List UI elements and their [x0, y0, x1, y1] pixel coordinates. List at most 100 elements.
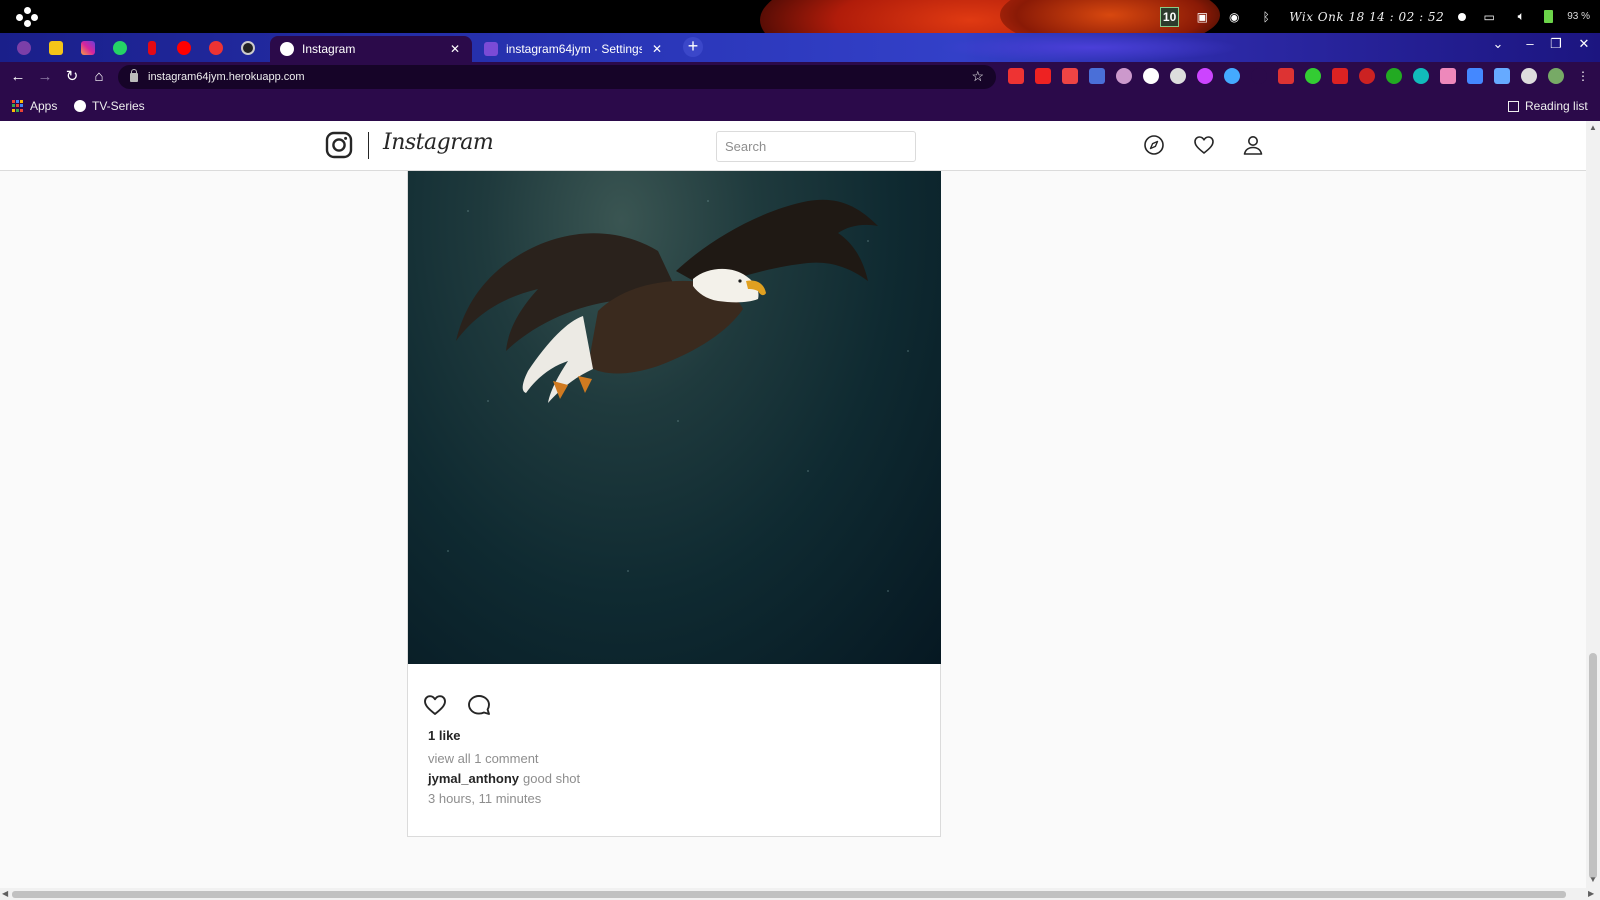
clock[interactable]: Wix Onk 18 14 : 02 : 52 — [1289, 10, 1444, 24]
tab-title: instagram64jym · Settings | — [506, 42, 642, 56]
restore-button[interactable]: ❐ — [1546, 36, 1566, 52]
extension-icon[interactable] — [1224, 68, 1240, 84]
scroll-right-arrow-icon[interactable]: ▶ — [1588, 889, 1594, 898]
os-menu-icon[interactable] — [16, 7, 38, 27]
pinned-tab-netflix[interactable] — [142, 38, 162, 58]
puzzle-icon[interactable] — [1521, 68, 1537, 84]
extension-icon[interactable] — [1386, 68, 1402, 84]
tab-search-icon[interactable]: ⌄ — [1488, 36, 1508, 52]
horizontal-scroll-thumb[interactable] — [12, 891, 1566, 898]
instagram-wordmark[interactable]: Instagram — [383, 130, 494, 155]
minimize-button[interactable]: – — [1520, 36, 1540, 51]
extension-icon[interactable] — [1170, 68, 1186, 84]
tab-instagram[interactable]: Instagram ✕ — [270, 36, 472, 62]
theme-graphic — [940, 33, 1240, 62]
close-tab-icon[interactable]: ✕ — [650, 42, 664, 56]
pinned-tab-whatsapp[interactable] — [110, 38, 130, 58]
profile-avatar[interactable] — [1548, 68, 1564, 84]
extension-icon[interactable] — [1251, 68, 1267, 84]
instagram-logo-icon[interactable] — [325, 131, 353, 159]
back-button[interactable]: ← — [8, 67, 28, 87]
extension-icon[interactable] — [1494, 68, 1510, 84]
scroll-down-arrow-icon[interactable]: ▼ — [1589, 875, 1597, 884]
post-card: 1 like view all 1 comment jymal_anthony g… — [407, 171, 941, 837]
extension-icon[interactable] — [1440, 68, 1456, 84]
bookmark-star-icon[interactable]: ☆ — [971, 68, 984, 85]
pinned-tab-e[interactable] — [206, 38, 226, 58]
extension-icon[interactable] — [1143, 68, 1159, 84]
bookmark-tv-series[interactable]: TV-Series — [74, 99, 145, 113]
menu-kebab-icon[interactable]: ⋮ — [1575, 68, 1591, 84]
lock-icon[interactable] — [130, 68, 138, 82]
extension-icon[interactable] — [1008, 68, 1024, 84]
volume-icon[interactable]: 🔈︎ — [1512, 9, 1530, 25]
profile-icon[interactable] — [1241, 133, 1265, 157]
close-window-button[interactable]: ✕ — [1574, 36, 1594, 52]
extension-icon[interactable] — [1332, 68, 1348, 84]
extension-icon[interactable] — [1062, 68, 1078, 84]
comment-username[interactable]: jymal_anthony — [428, 771, 519, 786]
bookmark-label: TV-Series — [92, 99, 145, 113]
extension-icon[interactable] — [1197, 68, 1213, 84]
forward-button[interactable]: → — [35, 67, 55, 87]
network-icon[interactable]: ◉ — [1225, 9, 1243, 25]
extension-icon[interactable] — [1089, 68, 1105, 84]
reload-button[interactable]: ↻ — [62, 67, 82, 87]
eagle-illustration — [447, 199, 909, 592]
scroll-up-arrow-icon[interactable]: ▲ — [1589, 123, 1597, 132]
browser-tab-strip: Instagram ✕ instagram64jym · Settings | … — [0, 33, 1600, 62]
heart-icon[interactable] — [1192, 133, 1216, 157]
url-text[interactable]: instagram64jym.herokuapp.com — [148, 71, 305, 83]
comment: jymal_anthony good shot — [428, 771, 580, 786]
address-bar[interactable]: instagram64jym.herokuapp.com ☆ — [118, 65, 996, 89]
like-count: 1 like — [428, 728, 461, 743]
reading-list-button[interactable]: Reading list — [1508, 99, 1588, 113]
extensions-bar: ⋮ — [1008, 68, 1591, 84]
post-actions — [422, 692, 492, 718]
bookmark-apps[interactable]: Apps — [12, 99, 57, 113]
new-tab-button[interactable]: + — [683, 37, 703, 57]
view-comments-link[interactable]: view all 1 comment — [428, 751, 539, 766]
comment-bubble-icon[interactable] — [466, 692, 492, 718]
extension-icon[interactable] — [1116, 68, 1132, 84]
os-top-panel: 10 ▣ ◉ ᛒ Wix Onk 18 14 : 02 : 52 ▭ 🔈︎ 93… — [0, 0, 1600, 33]
tab-title: Instagram — [302, 42, 356, 56]
calendar-badge[interactable]: 10 — [1159, 6, 1180, 27]
download-icon[interactable] — [1467, 68, 1483, 84]
close-tab-icon[interactable]: ✕ — [448, 42, 462, 56]
post-image[interactable] — [408, 171, 941, 664]
browser-toolbar: ← → ↻ ⌂ instagram64jym.herokuapp.com ☆ ⋮ — [0, 62, 1600, 92]
search-input[interactable] — [716, 131, 916, 162]
scroll-left-arrow-icon[interactable]: ◀ — [2, 889, 8, 898]
logo-divider — [368, 132, 369, 159]
pinned-tab-imdb[interactable] — [46, 38, 66, 58]
vertical-scroll-thumb[interactable] — [1589, 653, 1597, 879]
comment-text: good shot — [523, 771, 581, 786]
globe-icon — [74, 100, 86, 112]
grammarly-icon[interactable] — [1413, 68, 1429, 84]
home-button[interactable]: ⌂ — [89, 67, 109, 87]
extension-icon[interactable] — [1305, 68, 1321, 84]
window-manager-icon[interactable]: ▣ — [1193, 9, 1211, 25]
tab-settings[interactable]: instagram64jym · Settings | ✕ — [474, 36, 674, 62]
notification-dot-icon[interactable] — [1458, 12, 1467, 21]
bluetooth-icon[interactable]: ᛒ — [1257, 9, 1275, 25]
post-timestamp: 3 hours, 11 minutes — [428, 791, 542, 806]
bookmarks-bar: Apps TV-Series Reading list — [0, 92, 1600, 121]
adblock-icon[interactable] — [1278, 68, 1294, 84]
web-page: Instagram Search 1 like view all 1 comme… — [0, 121, 1586, 888]
instagram-navbar: Instagram — [0, 121, 1586, 171]
horizontal-scrollbar[interactable]: ◀ ▶ — [0, 888, 1600, 900]
pinned-tab-youtube[interactable] — [174, 38, 194, 58]
battery-icon[interactable] — [1544, 10, 1554, 23]
like-heart-icon[interactable] — [422, 692, 448, 718]
pinned-tab-tor[interactable] — [14, 38, 34, 58]
explore-compass-icon[interactable] — [1142, 133, 1166, 157]
vertical-scrollbar[interactable]: ▲ ▼ — [1586, 121, 1600, 888]
extension-icon[interactable] — [1035, 68, 1051, 84]
pinned-tab-github[interactable] — [238, 38, 258, 58]
screen-icon[interactable]: ▭ — [1480, 9, 1498, 25]
extension-icon[interactable] — [1359, 68, 1375, 84]
pinned-tab-instagram[interactable] — [78, 38, 98, 58]
battery-percentage: 93 % — [1567, 11, 1590, 22]
